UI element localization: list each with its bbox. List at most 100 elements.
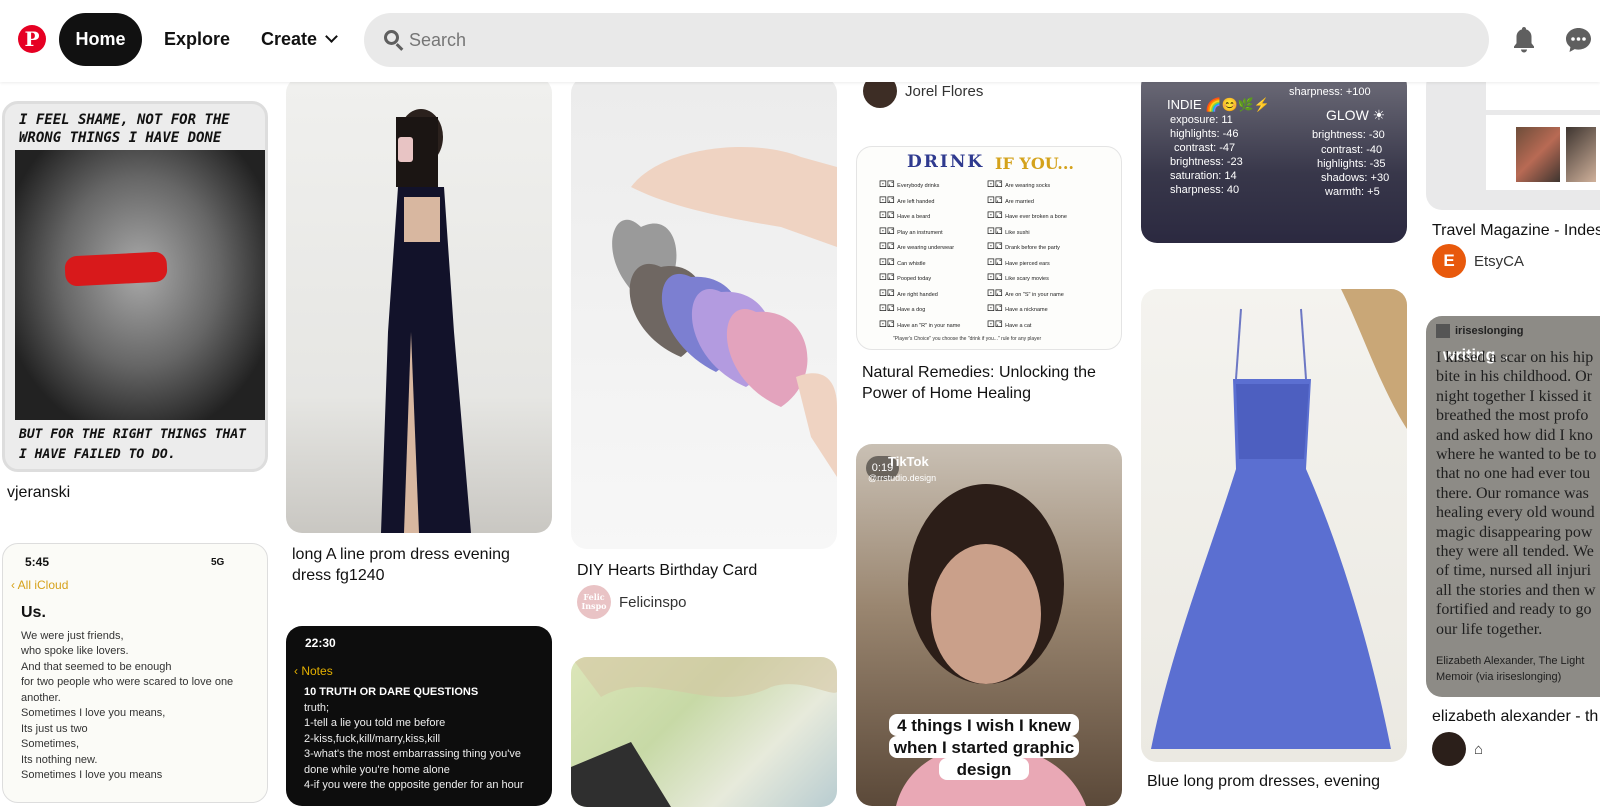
dice-icon: ⚀⚁: [879, 225, 898, 236]
drink-rule-text: Pooped today: [897, 276, 932, 282]
truth-dare-notes-pin[interactable]: 22:30 ‹ Notes 10 TRUTH OR DARE QUESTIONS…: [286, 626, 552, 806]
pin-title[interactable]: DIY Hearts Birthday Card: [577, 561, 757, 581]
pin-creator[interactable]: Felic Inspo Felicinspo: [577, 585, 687, 619]
setting-line: contrast: -40: [1321, 144, 1383, 156]
pin-creator[interactable]: ⌂: [1432, 732, 1483, 766]
pinterest-logo-icon[interactable]: P: [18, 25, 46, 53]
setting-line: brightness: -30: [1312, 129, 1385, 141]
pin-text: I FEEL SHAME, NOT FOR THE: [19, 112, 230, 128]
pin-title[interactable]: dress fg1240: [292, 566, 385, 586]
setting-line: sharpness: +100: [1289, 86, 1371, 98]
house-icon: ⌂: [1474, 740, 1484, 758]
nav-create-button[interactable]: Create: [243, 13, 354, 66]
drink-rule-text: Like scary movies: [1005, 276, 1049, 282]
note-line: And that seemed to be enough: [21, 661, 172, 673]
messages-icon[interactable]: [1565, 27, 1592, 53]
setting-line: sharpness: 40: [1170, 184, 1240, 196]
note-heading: 10 TRUTH OR DARE QUESTIONS: [304, 686, 479, 698]
drink-rule: ⚀⚁ Have ever broken a bone: [987, 210, 1067, 221]
avatar: Felic Inspo: [577, 585, 611, 619]
drink-rule: ⚀⚁ Are married: [987, 195, 1034, 206]
pin-title[interactable]: Blue long prom dresses, evening: [1147, 772, 1380, 792]
creator-name: Jorel Flores: [905, 82, 984, 100]
glow-heading-text: GLOW: [1326, 107, 1369, 123]
shame-quote-pin[interactable]: I FEEL SHAME, NOT FOR THE WRONG THINGS I…: [2, 101, 268, 472]
status-signal: 5G: [211, 557, 225, 568]
pin-title[interactable]: Natural Remedies: Unlocking the: [862, 363, 1096, 383]
note-heading: Us.: [21, 604, 46, 621]
magazine-page: [1486, 80, 1600, 110]
search-input[interactable]: [409, 13, 1469, 67]
pin-title[interactable]: vjeranski: [7, 483, 70, 503]
dice-icon: ⚀⚁: [987, 287, 1006, 298]
dice-icon: ⚀⚁: [879, 287, 898, 298]
quote-line: there. Our romance was: [1436, 484, 1589, 502]
pin-creator[interactable]: E EtsyCA: [1432, 244, 1524, 278]
drink-rule: ⚀⚁ Like sushi: [987, 226, 1030, 237]
quote-account: iriseslonging: [1436, 324, 1523, 338]
note-line: 2-kiss,fuck,kill/marry,kiss,kill: [304, 733, 441, 745]
setting-line: exposure: 11: [1170, 114, 1233, 126]
account-avatar: [1436, 324, 1450, 338]
fabric-pin[interactable]: [571, 657, 837, 807]
portrait-image: [15, 150, 265, 420]
drink-rule-text: Are left handed: [897, 198, 935, 205]
notifications-bell-icon[interactable]: [1512, 26, 1536, 54]
quote-line: and asked how did I kno: [1436, 426, 1593, 444]
magazine-photo: [1516, 127, 1560, 182]
note-line: who spoke like lovers.: [21, 645, 129, 657]
drink-rule: ⚀⚁ Are wearing socks: [987, 179, 1050, 190]
dice-icon: ⚀⚁: [987, 194, 1006, 205]
note-line: done while you're home alone: [304, 764, 450, 776]
create-label: Create: [261, 29, 318, 49]
drink-rule: ⚀⚁ Are left handed: [879, 195, 934, 206]
drink-rule-text: Like sushi: [1005, 229, 1030, 236]
drink-rule-text: Have pierced ears: [1005, 260, 1050, 267]
dice-icon: ⚀⚁: [987, 256, 1006, 267]
pin-title[interactable]: Power of Home Healing: [862, 384, 1031, 404]
diy-hearts-pin[interactable]: [571, 77, 837, 549]
us-notes-pin[interactable]: 5:45 5G ‹ All iCloud Us. We were just fr…: [2, 543, 268, 803]
drink-rule-text: Are wearing socks: [1005, 183, 1051, 189]
drink-rule: ⚀⚁ Can whistle: [879, 257, 926, 268]
prom-dress-pin[interactable]: [286, 77, 552, 533]
travel-magazine-pin[interactable]: [1426, 70, 1600, 210]
drink-rule: ⚀⚁ Are wearing underwear: [879, 241, 954, 252]
chevron-down-icon: [325, 30, 338, 43]
quote-line: they were all tended. We: [1436, 543, 1594, 560]
nav-home-button[interactable]: Home: [59, 13, 142, 66]
pin-title[interactable]: long A line prom dress evening: [292, 545, 510, 565]
drink-rule: ⚀⚁ Have an "R" in your name: [879, 319, 960, 330]
tiktok-video-pin[interactable]: 0:19 TikTok @rrstudio.design 4 things I …: [856, 444, 1122, 806]
drink-rule: ⚀⚁ Have a dog: [879, 303, 925, 314]
avatar: E: [1432, 244, 1466, 278]
avatar: [1432, 732, 1466, 766]
note-line: Sometimes,: [21, 738, 80, 750]
photo-filter-settings-pin[interactable]: sharpness: +100 INDIE 🌈😊🌿⚡ exposure: 11 …: [1141, 70, 1407, 243]
blue-dress-photo-image: [1151, 289, 1407, 749]
video-caption: when I started graphic: [889, 736, 1079, 758]
pin-title[interactable]: Travel Magazine - Indes: [1432, 221, 1600, 241]
note-line: Its nothing new.: [21, 754, 98, 766]
dice-icon: ⚀⚁: [879, 194, 898, 205]
search-bar[interactable]: [364, 13, 1489, 67]
writing-quote-pin[interactable]: iriseslonging writing ⌄ I kissed a scar …: [1426, 316, 1600, 697]
indie-heading: INDIE 🌈😊🌿⚡: [1167, 97, 1271, 112]
pin-title[interactable]: elizabeth alexander - th: [1432, 707, 1598, 727]
fabric-photo-image: [571, 657, 837, 807]
drink-rule: ⚀⚁ Pooped today: [879, 272, 931, 283]
quote-line: I kissed a scar on his hip: [1436, 349, 1594, 366]
drink-rule: ⚀⚁ Like scary movies: [987, 272, 1049, 283]
quote-line: fortified and ready to go: [1436, 601, 1592, 619]
nav-explore-button[interactable]: Explore: [146, 13, 248, 66]
quote-line: healing every old wound: [1436, 504, 1595, 522]
drink-if-you-pin[interactable]: DRINK IF YOU... ⚀⚁ Everybody drinks ⚀⚁ Ar…: [856, 146, 1122, 350]
dice-icon: ⚀⚁: [879, 241, 898, 251]
drink-rule: ⚀⚁ Are on "S" in your name: [987, 288, 1064, 299]
setting-line: brightness: -23: [1170, 156, 1243, 168]
quote-line: night together I kissed it: [1436, 387, 1592, 405]
dice-icon: ⚀⚁: [879, 210, 898, 220]
account-name: iriseslonging: [1455, 324, 1524, 337]
blue-prom-dress-pin[interactable]: [1141, 289, 1407, 762]
status-time: 22:30: [305, 636, 336, 650]
